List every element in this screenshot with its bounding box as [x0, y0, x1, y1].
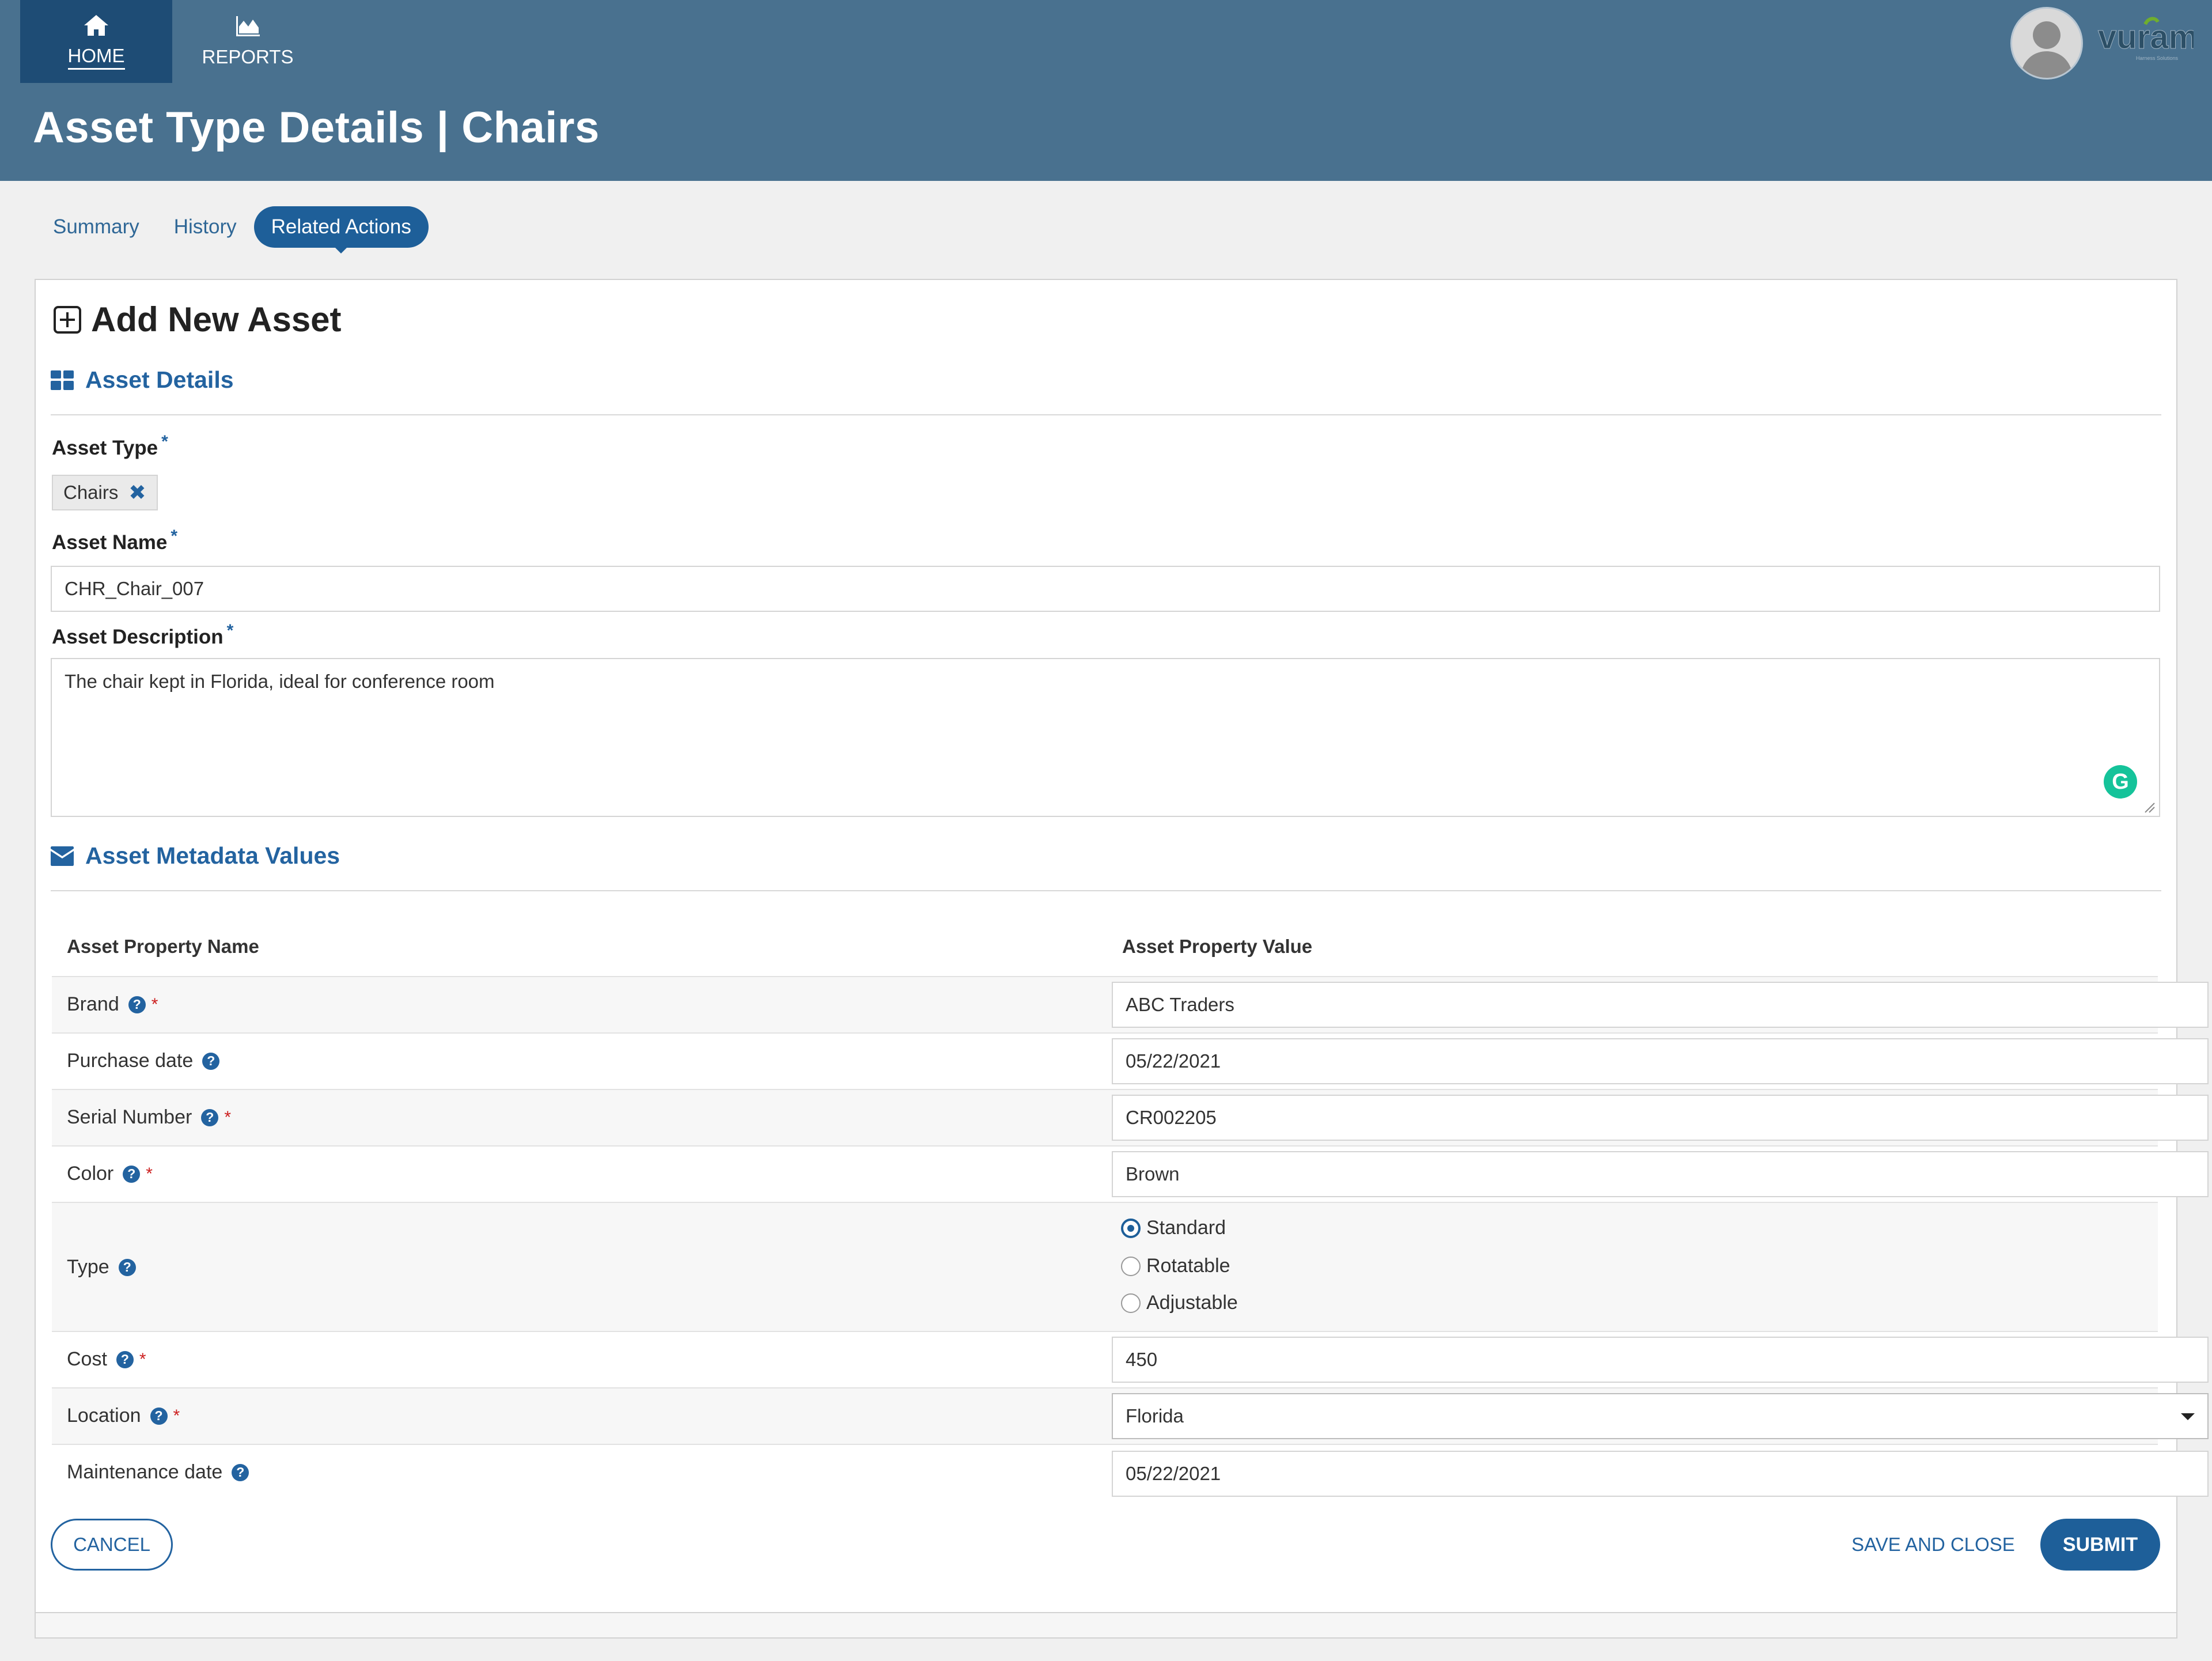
asset-type-value: Chairs: [63, 482, 119, 503]
card-footer-strip: [35, 1613, 2177, 1639]
brand-input[interactable]: ABC Traders: [1112, 982, 2209, 1028]
property-name: Color ? *: [67, 1163, 153, 1185]
svg-text:Harness Solutions: Harness Solutions: [2136, 55, 2179, 61]
radio-option-rotatable[interactable]: Rotatable: [1121, 1255, 1230, 1277]
required-marker: *: [171, 527, 178, 546]
asset-name-label-text: Asset Name: [52, 531, 168, 554]
asset-details-heading-text: Asset Details: [85, 366, 234, 393]
user-avatar[interactable]: [2010, 7, 2083, 80]
table-row: Location ? * Florida: [52, 1387, 2209, 1444]
asset-description-label: Asset Description *: [52, 622, 233, 649]
property-name-text: Maintenance date: [67, 1461, 223, 1483]
radio-label: Standard: [1146, 1217, 1226, 1239]
table-row: Maintenance date ? 05/22/2021: [52, 1444, 2209, 1500]
app-header: [0, 0, 2212, 181]
record-tabs: Summary History Related Actions: [36, 206, 429, 253]
asset-details-heading: Asset Details: [51, 366, 234, 394]
nav-home[interactable]: HOME: [20, 0, 172, 83]
metadata-heading-text: Asset Metadata Values: [85, 842, 340, 869]
table-row: Brand ? * ABC Traders: [52, 976, 2209, 1032]
property-name-text: Cost: [67, 1348, 107, 1370]
column-header-name: Asset Property Name: [67, 936, 259, 957]
dashboard-grid-icon: [51, 370, 74, 390]
nav-reports[interactable]: REPORTS: [190, 0, 305, 83]
question-circle-icon[interactable]: ?: [123, 1165, 141, 1183]
radio-button[interactable]: [1121, 1256, 1141, 1276]
property-name-text: Color: [67, 1163, 114, 1185]
nav-home-label: HOME: [67, 45, 125, 70]
plus-square-icon: [54, 305, 81, 334]
section-divider: [51, 890, 2161, 891]
cost-input[interactable]: 450: [1112, 1337, 2209, 1383]
radio-label: Adjustable: [1146, 1292, 1238, 1314]
tab-history[interactable]: History: [157, 206, 254, 248]
question-circle-icon[interactable]: ?: [202, 1052, 220, 1070]
table-row: Purchase date ? 05/22/2021: [52, 1032, 2209, 1089]
envelope-icon: [51, 846, 74, 866]
property-name-text: Location: [67, 1405, 141, 1427]
radio-button[interactable]: [1121, 1218, 1141, 1238]
property-name: Type ?: [67, 1256, 136, 1278]
required-marker: *: [161, 432, 168, 452]
user-silhouette-icon: [2020, 21, 2073, 78]
asset-description-label-text: Asset Description: [52, 626, 224, 648]
table-row: Color ? * Brown: [52, 1145, 2209, 1202]
asset-type-label-text: Asset Type: [52, 437, 158, 459]
asset-description-textarea[interactable]: The chair kept in Florida, ideal for con…: [51, 658, 2160, 817]
asset-type-label: Asset Type *: [52, 433, 168, 460]
question-circle-icon[interactable]: ?: [232, 1463, 249, 1481]
question-circle-icon[interactable]: ?: [201, 1108, 219, 1126]
asset-name-input[interactable]: CHR_Chair_007: [51, 566, 2160, 612]
asset-type-chip[interactable]: Chairs ✖: [52, 475, 158, 510]
question-circle-icon[interactable]: ?: [128, 996, 146, 1013]
maintenance-date-input[interactable]: 05/22/2021: [1112, 1451, 2209, 1497]
property-name: Location ? *: [67, 1405, 180, 1427]
table-row: Cost ? * 450: [52, 1331, 2209, 1387]
home-icon: [84, 14, 108, 36]
nav-reports-label: REPORTS: [202, 46, 294, 67]
radio-option-standard[interactable]: Standard: [1121, 1217, 1226, 1239]
property-name: Maintenance date ?: [67, 1461, 249, 1484]
property-name-text: Brand: [67, 993, 119, 1015]
property-name: Serial Number ? *: [67, 1106, 231, 1128]
area-chart-icon: [236, 16, 260, 36]
radio-option-adjustable[interactable]: Adjustable: [1121, 1292, 1238, 1314]
property-name-text: Type: [67, 1256, 109, 1278]
property-name-text: Purchase date: [67, 1050, 194, 1072]
question-circle-icon[interactable]: ?: [150, 1407, 168, 1425]
vuram-logo: vuram Harness Solutions: [2096, 16, 2194, 62]
grammarly-icon[interactable]: G: [2104, 765, 2137, 799]
table-row: Type ? Standard Rotatable Adjustable: [52, 1202, 2158, 1331]
color-input[interactable]: Brown: [1112, 1151, 2209, 1197]
page-title: Asset Type Details | Chairs: [33, 103, 600, 152]
asset-name-label: Asset Name *: [52, 528, 177, 554]
form-title-text: Add New Asset: [91, 300, 342, 339]
table-row: Serial Number ? * CR002205: [52, 1089, 2209, 1145]
tab-related-actions[interactable]: Related Actions: [253, 206, 429, 253]
serial-number-input[interactable]: CR002205: [1112, 1095, 2209, 1141]
save-and-close-button[interactable]: SAVE AND CLOSE: [1841, 1519, 2025, 1571]
form-title: Add New Asset: [53, 300, 342, 339]
question-circle-icon[interactable]: ?: [116, 1350, 134, 1368]
property-name-text: Serial Number: [67, 1106, 192, 1128]
property-name: Cost ? *: [67, 1348, 146, 1370]
resize-handle-icon[interactable]: [2144, 802, 2156, 814]
property-name: Purchase date ?: [67, 1050, 220, 1072]
section-divider: [51, 414, 2161, 415]
location-select[interactable]: Florida: [1112, 1393, 2209, 1439]
location-selected-value: Florida: [1126, 1405, 1184, 1427]
property-name: Brand ? *: [67, 993, 158, 1015]
purchase-date-input[interactable]: 05/22/2021: [1112, 1038, 2209, 1084]
metadata-heading: Asset Metadata Values: [51, 842, 340, 869]
chevron-down-icon: [2181, 1413, 2195, 1420]
cancel-button[interactable]: CANCEL: [51, 1519, 173, 1571]
radio-label: Rotatable: [1146, 1255, 1230, 1277]
tab-summary[interactable]: Summary: [36, 206, 157, 248]
submit-button[interactable]: SUBMIT: [2040, 1519, 2160, 1571]
column-header-value: Asset Property Value: [1122, 936, 1313, 957]
required-marker: *: [226, 621, 234, 641]
times-icon[interactable]: ✖: [128, 480, 146, 505]
question-circle-icon[interactable]: ?: [118, 1258, 136, 1276]
radio-button[interactable]: [1121, 1293, 1141, 1313]
